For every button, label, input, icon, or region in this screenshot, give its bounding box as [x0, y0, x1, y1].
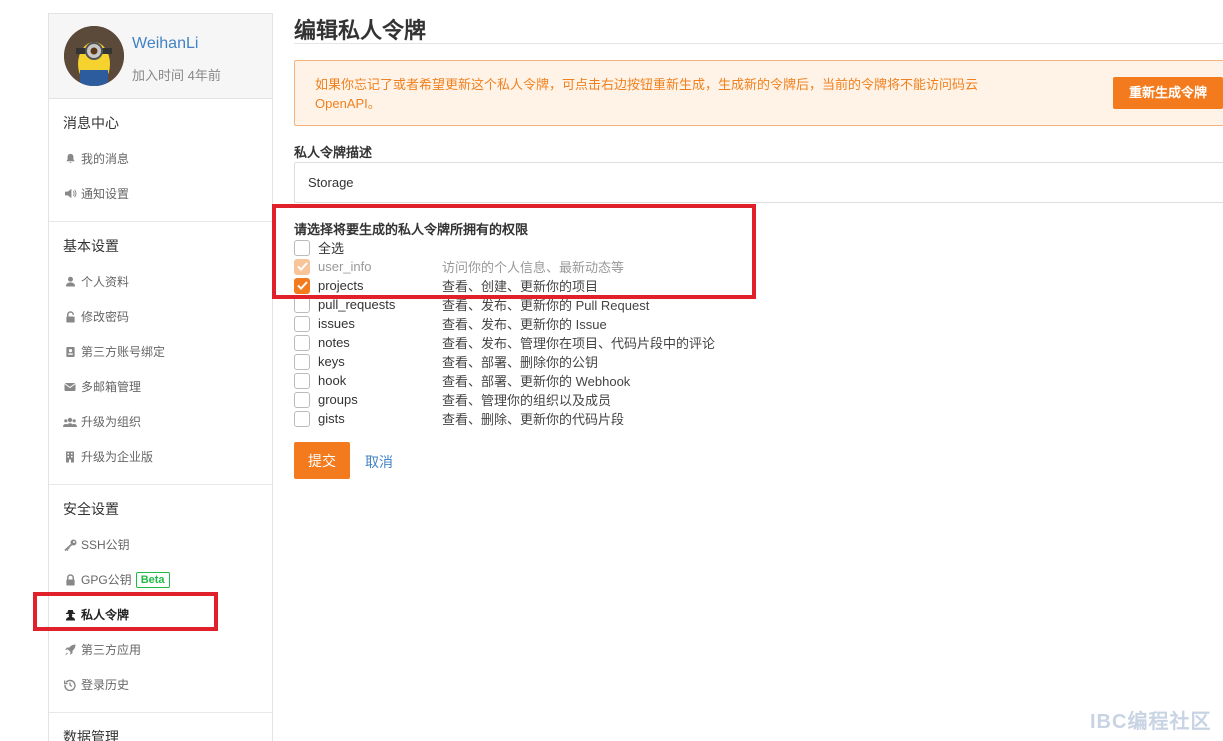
section-basic: 基本设置 个人资料 修改密码 第三方账号绑定 多邮箱管理 升级为组织 升级为企业… [49, 222, 272, 485]
permission-checkbox[interactable] [294, 315, 310, 332]
sidebar-item-label: 个人资料 [81, 275, 130, 289]
sidebar-item-label: 升级为组织 [81, 415, 142, 429]
sidebar-item-login-history[interactable]: 登录历史 [49, 667, 272, 702]
sidebar-item-profile[interactable]: 个人资料 [49, 264, 272, 299]
envelope-icon [63, 380, 77, 394]
sidebar-item-label: 第三方账号绑定 [81, 345, 166, 359]
permission-description: 查看、发布、管理你在项目、代码片段中的评论 [442, 336, 716, 351]
section-title-basic: 基本设置 [63, 238, 119, 254]
watermark: IBC编程社区 [1090, 711, 1212, 733]
sidebar-item-label: 升级为企业版 [81, 450, 154, 464]
permission-description: 查看、管理你的组织以及成员 [442, 393, 612, 408]
regenerate-token-button[interactable]: 重新生成令牌 [1113, 77, 1223, 109]
section-title-messages: 消息中心 [63, 115, 119, 131]
permission-name: notes [318, 335, 350, 350]
permission-name: keys [318, 354, 345, 369]
permission-name: pull_requests [318, 297, 396, 312]
users-icon [63, 415, 77, 429]
sidebar-item-email-management[interactable]: 多邮箱管理 [49, 369, 272, 404]
section-title-data: 数据管理 [63, 729, 119, 741]
settings-sidebar: WeihanLi 加入时间 4年前 消息中心 我的消息 通知设置 基本设置 个人… [48, 13, 273, 741]
page-title: 编辑私人令牌 [294, 18, 427, 43]
permission-description: 查看、删除、更新你的代码片段 [442, 412, 625, 427]
sidebar-item-upgrade-org[interactable]: 升级为组织 [49, 404, 272, 439]
permission-description: 查看、发布、更新你的 Issue [442, 317, 607, 332]
rocket-icon [63, 643, 77, 657]
sidebar-item-label: SSH公钥 [81, 538, 130, 552]
permission-description: 查看、部署、更新你的 Webhook [442, 374, 631, 389]
sidebar-item-label: 多邮箱管理 [81, 380, 142, 394]
sidebar-item-ssh-keys[interactable]: SSH公钥 [49, 527, 272, 562]
permission-name: groups [318, 392, 358, 407]
permission-row-gists[interactable]: gists 查看、删除、更新你的代码片段 [294, 409, 994, 428]
permission-row-hook[interactable]: hook 查看、部署、更新你的 Webhook [294, 371, 994, 390]
sidebar-item-third-party-binding[interactable]: 第三方账号绑定 [49, 334, 272, 369]
id-card-icon [63, 345, 77, 359]
sidebar-item-label: 修改密码 [81, 310, 130, 324]
beta-badge: Beta [135, 571, 170, 588]
permission-row-notes[interactable]: notes 查看、发布、管理你在项目、代码片段中的评论 [294, 333, 994, 352]
join-date: 加入时间 4年前 [132, 68, 221, 83]
description-input[interactable] [294, 162, 1223, 203]
unlock-icon [63, 310, 77, 324]
avatar[interactable] [64, 26, 124, 86]
title-divider [294, 43, 1223, 44]
regenerate-alert: 如果你忘记了或者希望更新这个私人令牌，可点击右边按钮重新生成，生成新的令牌后，当… [294, 60, 1223, 126]
permission-description: 查看、部署、删除你的公钥 [442, 355, 599, 370]
sidebar-item-notification-settings[interactable]: 通知设置 [49, 176, 272, 211]
permission-checkbox[interactable] [294, 334, 310, 351]
permission-checkbox[interactable] [294, 372, 310, 389]
sidebar-item-label: 我的消息 [81, 152, 130, 166]
permission-row-issues[interactable]: issues 查看、发布、更新你的 Issue [294, 314, 994, 333]
alert-text: 如果你忘记了或者希望更新这个私人令牌，可点击右边按钮重新生成，生成新的令牌后，当… [315, 77, 979, 111]
section-title-security: 安全设置 [63, 501, 119, 517]
volume-icon [63, 187, 77, 201]
sidebar-item-third-party-apps[interactable]: 第三方应用 [49, 632, 272, 667]
building-icon [63, 450, 77, 464]
sidebar-item-change-password[interactable]: 修改密码 [49, 299, 272, 334]
sidebar-item-my-messages[interactable]: 我的消息 [49, 141, 272, 176]
sidebar-item-label: 登录历史 [81, 678, 130, 692]
history-icon [63, 678, 77, 692]
key-icon [63, 538, 77, 552]
sidebar-item-upgrade-enterprise[interactable]: 升级为企业版 [49, 439, 272, 474]
submit-button[interactable]: 提交 [294, 442, 350, 479]
permissions-highlight-box [272, 204, 756, 299]
permission-name: gists [318, 411, 345, 426]
permission-row-keys[interactable]: keys 查看、部署、删除你的公钥 [294, 352, 994, 371]
section-messages: 消息中心 我的消息 通知设置 [49, 99, 272, 222]
permission-checkbox[interactable] [294, 410, 310, 427]
sidebar-item-label: 通知设置 [81, 187, 130, 201]
username-link[interactable]: WeihanLi [132, 35, 198, 53]
description-label: 私人令牌描述 [294, 145, 373, 160]
permission-checkbox[interactable] [294, 353, 310, 370]
profile-card: WeihanLi 加入时间 4年前 [49, 14, 272, 99]
bell-icon [63, 152, 77, 166]
sidebar-item-label: GPG公钥 [81, 573, 132, 587]
section-data: 数据管理 [49, 713, 272, 741]
lock-icon [63, 573, 77, 587]
permission-row-groups[interactable]: groups 查看、管理你的组织以及成员 [294, 390, 994, 409]
sidebar-highlight-box [33, 592, 218, 631]
permission-name: hook [318, 373, 347, 388]
permission-checkbox[interactable] [294, 391, 310, 408]
permission-name: issues [318, 316, 355, 331]
cancel-link[interactable]: 取消 [365, 452, 393, 472]
user-icon [63, 275, 77, 289]
sidebar-item-label: 第三方应用 [81, 643, 142, 657]
